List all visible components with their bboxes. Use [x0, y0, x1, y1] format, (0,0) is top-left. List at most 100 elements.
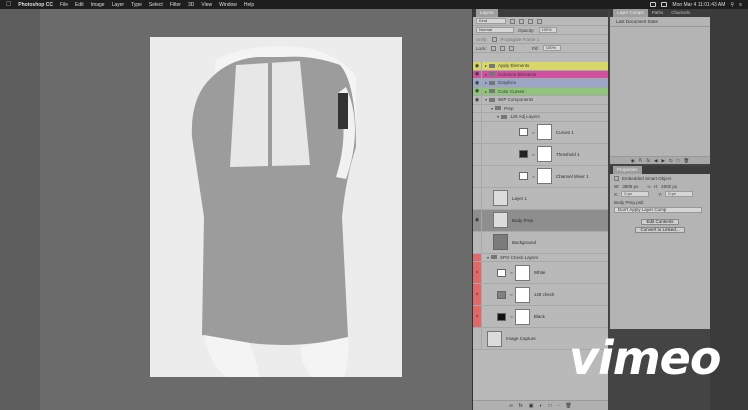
edit-contents-button[interactable]: Edit Contents	[641, 219, 679, 225]
menu-window[interactable]: Window	[219, 2, 237, 8]
layer-row[interactable]: Layer 1	[473, 187, 608, 210]
wifi-icon[interactable]	[650, 2, 657, 7]
menu-file[interactable]: File	[60, 2, 68, 8]
previous-comp-icon[interactable]: ◀	[654, 158, 657, 164]
last-document-state[interactable]: Last Document State	[610, 17, 710, 27]
menu-type[interactable]: Type	[131, 2, 142, 8]
lock-image-icon[interactable]	[499, 45, 505, 51]
unify-position-icon[interactable]	[491, 36, 497, 42]
eye-icon[interactable]: ◉	[473, 70, 482, 78]
apple-icon[interactable]: 	[6, 0, 11, 9]
filter-kind-select[interactable]: Kind	[476, 18, 506, 24]
eye-icon[interactable]	[473, 328, 482, 349]
menu-view[interactable]: View	[201, 2, 212, 8]
disclosure-icon[interactable]: ▾	[491, 106, 493, 111]
next-comp-icon[interactable]: ▶	[662, 158, 665, 164]
menu-help[interactable]: Help	[244, 2, 254, 8]
eye-icon[interactable]: ◉	[473, 96, 482, 104]
eye-icon[interactable]: ×	[473, 284, 482, 305]
eye-icon[interactable]: ×	[473, 262, 482, 283]
layer-comp-select[interactable]: Don't Apply Layer Comp	[614, 207, 702, 213]
trash-icon[interactable]: 🗑	[565, 403, 571, 409]
eye-icon[interactable]: ◉	[473, 87, 482, 95]
fx-icon[interactable]: fx	[519, 403, 523, 409]
eye-icon[interactable]	[473, 231, 482, 253]
filter-adjustment-icon[interactable]	[519, 18, 524, 24]
filter-pixel-icon[interactable]	[510, 18, 515, 24]
new-layer-icon[interactable]: ▫	[558, 403, 560, 409]
link-layers-icon[interactable]: ∞	[509, 403, 513, 409]
fill-input[interactable]: 100%	[542, 45, 561, 51]
w-value[interactable]: 3808 px	[622, 184, 638, 189]
h-value[interactable]: 4500 px	[661, 184, 677, 189]
layer-row-selected[interactable]: ◉ Body Prep	[473, 209, 608, 232]
propagate-label[interactable]: Propagate Frame 1	[501, 37, 540, 42]
clock[interactable]: Mon Mar 4 11:01:43 AM	[672, 2, 725, 8]
adjustment-layer-icon[interactable]: ◐	[540, 403, 543, 409]
convert-to-linked-button[interactable]: Convert to Linked...	[635, 227, 685, 233]
eye-icon[interactable]	[473, 113, 482, 121]
eye-icon[interactable]	[473, 143, 482, 165]
trash-icon[interactable]: 🗑	[683, 158, 689, 164]
disclosure-icon[interactable]: ▾	[497, 114, 499, 119]
disclosure-icon[interactable]: ▸	[485, 89, 487, 94]
opacity-input[interactable]: 100%	[538, 27, 557, 33]
eye-icon[interactable]: ◉	[473, 62, 482, 70]
layer-row[interactable]: × ∞ Black	[473, 306, 608, 328]
layer-row[interactable]: ∞ Curves 1	[473, 121, 608, 144]
new-comp-icon[interactable]: □	[677, 158, 680, 163]
apply-appearance-icon[interactable]: fx	[647, 158, 651, 163]
layer-row[interactable]: ◉ ▸ Graphics	[473, 79, 608, 88]
eye-icon[interactable]	[473, 104, 482, 112]
layer-row[interactable]: ▾ 128 Adj Layers	[473, 113, 608, 122]
layer-row[interactable]: ▾ Prep	[473, 104, 608, 113]
layer-row[interactable]: ▾ SPO Check Layers	[473, 253, 608, 262]
eye-icon[interactable]: ◉	[473, 209, 482, 231]
disclosure-icon[interactable]: ▾	[487, 255, 489, 260]
menu-filter[interactable]: Filter	[170, 2, 181, 8]
layer-row[interactable]: ∞ Channel Mixer 1	[473, 165, 608, 188]
tab-layer-comps[interactable]: Layer Comps	[613, 9, 648, 17]
link-icon[interactable]: ∞	[647, 184, 650, 189]
x-input[interactable]: 0 px	[621, 191, 650, 197]
menu-3d[interactable]: 3D	[188, 2, 194, 8]
battery-icon[interactable]	[661, 2, 668, 7]
eye-icon[interactable]	[473, 253, 482, 261]
layer-row[interactable]: ◉ ▸ Color Curves	[473, 87, 608, 96]
eye-icon[interactable]	[473, 121, 482, 143]
menu-layer[interactable]: Layer	[112, 2, 125, 8]
menu-list-icon[interactable]: ≡	[739, 2, 742, 8]
menu-select[interactable]: Select	[149, 2, 163, 8]
layer-row[interactable]: ◉ ▸ Apply Elements	[473, 62, 608, 71]
menu-app-name[interactable]: Photoshop CC	[18, 2, 53, 8]
filter-shape-icon[interactable]	[537, 18, 542, 24]
layer-row[interactable]: ◉ ▾ WIP Components	[473, 96, 608, 105]
vimeo-watermark[interactable]: vimeo	[569, 335, 721, 381]
disclosure-icon[interactable]: ▸	[485, 63, 487, 68]
tab-paths[interactable]: Paths	[648, 9, 668, 17]
tab-properties[interactable]: Properties	[613, 166, 642, 174]
tab-layers[interactable]: Layers	[476, 9, 498, 17]
search-icon[interactable]: ⚲	[730, 2, 734, 8]
lock-transparent-icon[interactable]	[490, 45, 496, 51]
new-group-icon[interactable]: □	[549, 403, 552, 409]
layer-row[interactable]: ◉ ▸ Common Elements	[473, 70, 608, 79]
tab-channels[interactable]: Channels	[667, 9, 694, 17]
lock-position-icon[interactable]	[508, 45, 514, 51]
y-input[interactable]: 0 px	[665, 191, 694, 197]
apply-position-icon[interactable]: ⇱	[639, 158, 643, 164]
menu-image[interactable]: Image	[91, 2, 105, 8]
filter-type-icon[interactable]	[528, 18, 533, 24]
apply-visibility-icon[interactable]: ◉	[631, 158, 635, 164]
layer-row[interactable]: × ∞ White	[473, 262, 608, 284]
blend-mode-select[interactable]: Normal	[476, 27, 514, 33]
eye-icon[interactable]	[473, 165, 482, 187]
document-canvas[interactable]	[150, 37, 402, 377]
disclosure-icon[interactable]: ▸	[485, 72, 487, 77]
menu-edit[interactable]: Edit	[75, 2, 84, 8]
eye-icon[interactable]: ×	[473, 306, 482, 327]
disclosure-icon[interactable]: ▾	[485, 97, 487, 102]
eye-icon[interactable]	[473, 187, 482, 209]
update-comp-icon[interactable]: ↻	[669, 158, 673, 164]
eye-icon[interactable]: ◉	[473, 79, 482, 87]
